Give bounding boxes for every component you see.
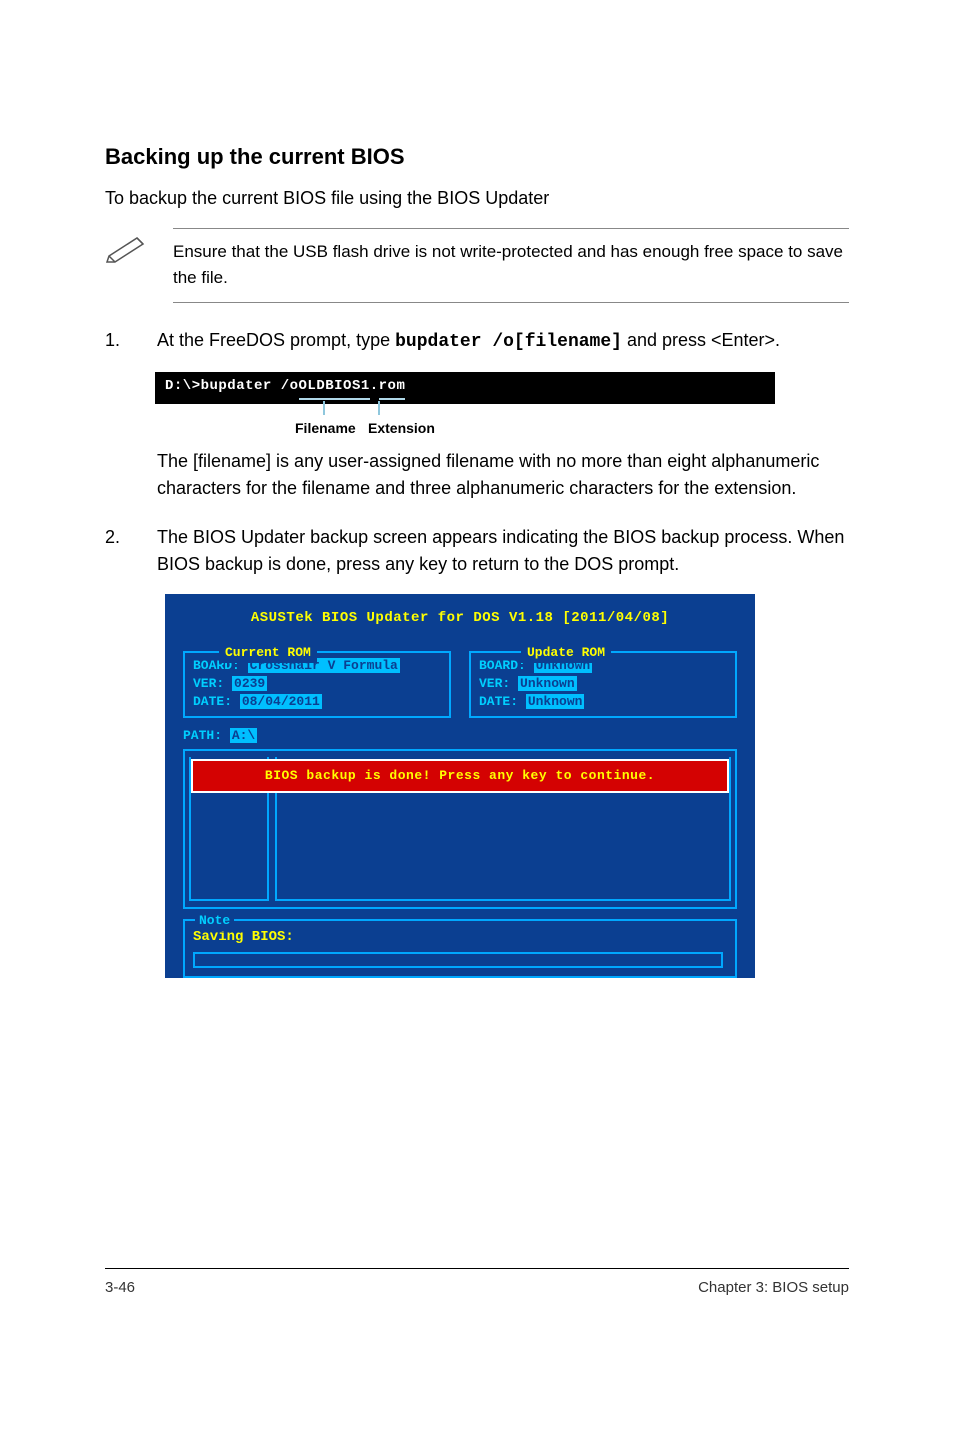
ver-value: 0239 [232, 676, 267, 691]
directory-box: BIOS backup is done! Press any key to co… [183, 749, 737, 909]
page-number: 3-46 [105, 1277, 135, 1300]
date-value: Unknown [526, 694, 585, 709]
filename-explanation: The [filename] is any user-assigned file… [157, 448, 849, 502]
update-rom-legend: Update ROM [521, 643, 611, 663]
terminal-line: D:\>bupdater /oOLDBIOS1.rom [155, 372, 775, 404]
board-label: BOARD: [479, 658, 526, 673]
terminal-ext: rom [379, 376, 406, 400]
date-label: DATE: [479, 694, 518, 709]
step-content: The BIOS Updater backup screen appears i… [157, 524, 849, 578]
note-content: Ensure that the USB flash drive is not w… [173, 228, 849, 303]
backup-done-banner: BIOS backup is done! Press any key to co… [191, 759, 729, 793]
saving-label: Saving BIOS: [193, 927, 727, 948]
current-rom-box: Current ROM BOARD: Crosshair V Formula V… [183, 643, 451, 718]
step1-pre: At the FreeDOS prompt, type [157, 330, 395, 350]
step-2: 2. The BIOS Updater backup screen appear… [105, 524, 849, 578]
step1-code: bupdater /o[filename] [395, 332, 622, 352]
label-extension: Extension [368, 418, 435, 439]
update-rom-box: Update ROM BOARD: Unknown VER: Unknown D… [469, 643, 737, 718]
pencil-icon [105, 232, 153, 272]
ver-label: VER: [479, 676, 510, 691]
section-heading: Backing up the current BIOS [105, 140, 849, 173]
step-content: At the FreeDOS prompt, type bupdater /o[… [157, 327, 849, 356]
progress-bar [193, 952, 723, 968]
step-1: 1. At the FreeDOS prompt, type bupdater … [105, 327, 849, 356]
intro-text: To backup the current BIOS file using th… [105, 185, 849, 212]
date-value: 08/04/2011 [240, 694, 322, 709]
note-box: Note Saving BIOS: [183, 919, 737, 978]
terminal-filename: OLDBIOS1 [299, 376, 370, 400]
ver-value: Unknown [518, 676, 577, 691]
terminal-prompt: D:\>bupdater /o [165, 376, 299, 397]
path-row: PATH: A:\ [183, 726, 737, 746]
date-label: DATE: [193, 694, 232, 709]
page-footer: 3-46 Chapter 3: BIOS setup [105, 1268, 849, 1300]
bios-updater-panel: ASUSTek BIOS Updater for DOS V1.18 [2011… [165, 594, 755, 978]
pointer-row: Filename Extension [155, 404, 775, 442]
chapter-label: Chapter 3: BIOS setup [698, 1277, 849, 1300]
path-value: A:\ [230, 728, 257, 743]
path-label: PATH: [183, 728, 222, 743]
ver-label: VER: [193, 676, 224, 691]
bios-title: ASUSTek BIOS Updater for DOS V1.18 [2011… [165, 594, 755, 643]
current-rom-legend: Current ROM [219, 643, 317, 663]
step-number: 2. [105, 524, 125, 578]
note-legend: Note [195, 911, 234, 931]
step-number: 1. [105, 327, 125, 356]
terminal-block: D:\>bupdater /oOLDBIOS1.rom Filename Ext… [155, 372, 775, 442]
terminal-dot: . [370, 376, 379, 397]
label-filename: Filename [295, 418, 356, 439]
step1-post: and press <Enter>. [622, 330, 780, 350]
note-block: Ensure that the USB flash drive is not w… [105, 228, 849, 303]
